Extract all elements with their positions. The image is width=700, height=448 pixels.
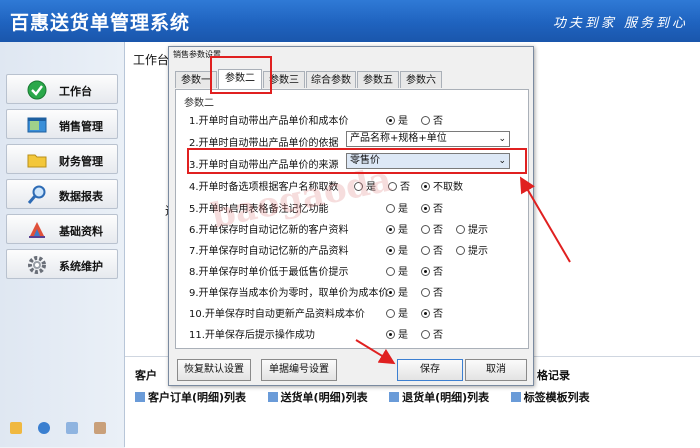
arrow-to-save — [355, 339, 396, 365]
arrow-to-row — [519, 176, 571, 263]
annotation-arrows — [355, 176, 571, 365]
